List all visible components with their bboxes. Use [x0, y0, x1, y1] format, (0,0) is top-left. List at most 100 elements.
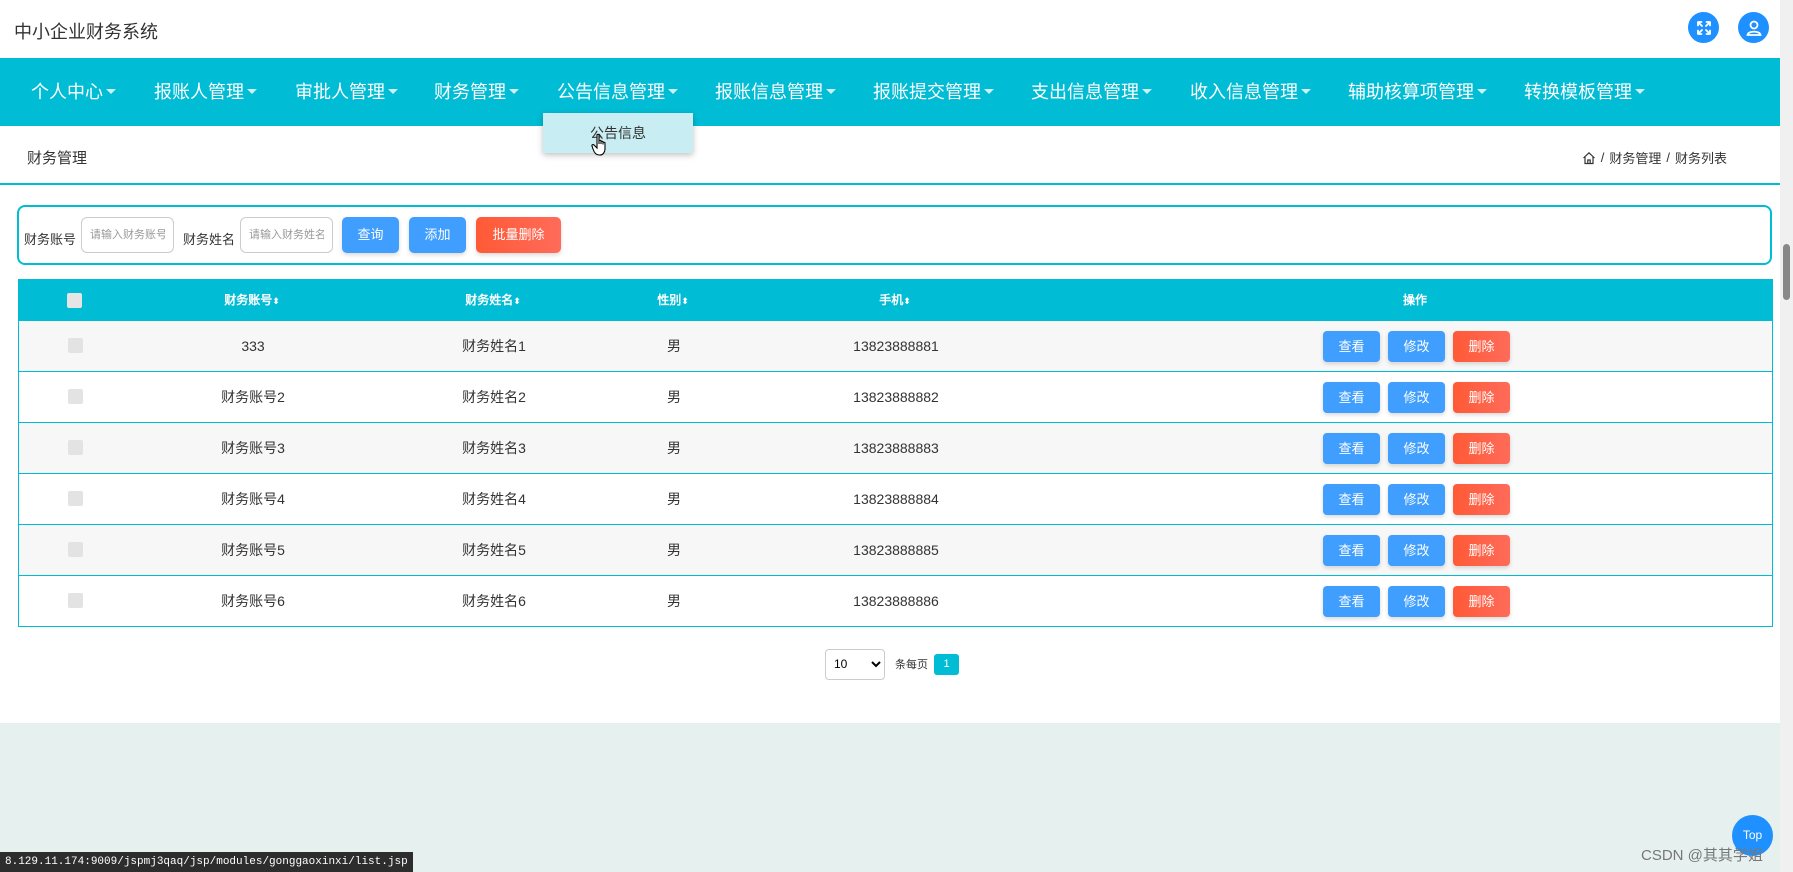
view-button[interactable]: 查看 — [1323, 433, 1380, 464]
nav-item-finance[interactable]: 财务管理 — [434, 58, 519, 126]
cell-phone: 13823888886 — [853, 593, 939, 609]
column-header-name[interactable]: 财务姓名⬍ — [465, 279, 521, 322]
cell-phone: 13823888884 — [853, 491, 939, 507]
main-nav: 个人中心 报账人管理 审批人管理 财务管理 公告信息管理 报账信息管理 报账提交… — [0, 58, 1793, 126]
cell-name: 财务姓名1 — [462, 338, 526, 354]
table-row: 财务账号2 财务姓名2 男 13823888882 查看 修改 删除 — [18, 372, 1773, 423]
cell-gender: 男 — [667, 593, 681, 609]
row-checkbox[interactable] — [68, 593, 83, 608]
sort-icon: ⬍ — [272, 296, 280, 306]
scrollbar-thumb[interactable] — [1783, 244, 1790, 300]
nav-item-reimburser[interactable]: 报账人管理 — [154, 58, 257, 126]
edit-button[interactable]: 修改 — [1388, 331, 1445, 362]
account-search-input[interactable] — [81, 217, 174, 253]
nav-item-reimbursement-info[interactable]: 报账信息管理 — [715, 58, 836, 126]
row-checkbox[interactable] — [68, 338, 83, 353]
view-button[interactable]: 查看 — [1323, 331, 1380, 362]
user-icon[interactable] — [1738, 12, 1769, 43]
row-checkbox[interactable] — [68, 491, 83, 506]
chevron-down-icon — [1142, 88, 1152, 94]
row-checkbox[interactable] — [68, 389, 83, 404]
delete-button[interactable]: 删除 — [1453, 484, 1510, 515]
announcement-dropdown: 公告信息 — [543, 113, 693, 153]
column-header-actions: 操作 — [1402, 293, 1428, 307]
home-icon[interactable] — [1582, 151, 1596, 165]
edit-button[interactable]: 修改 — [1388, 433, 1445, 464]
column-header-account[interactable]: 财务账号⬍ — [224, 279, 280, 322]
edit-button[interactable]: 修改 — [1388, 586, 1445, 617]
view-button[interactable]: 查看 — [1323, 484, 1380, 515]
nav-item-label: 收入信息管理 — [1190, 82, 1298, 102]
cell-gender: 男 — [667, 389, 681, 405]
chevron-down-icon — [106, 88, 116, 94]
column-label: 财务账号 — [224, 293, 273, 307]
cell-name: 财务姓名2 — [462, 389, 526, 405]
nav-item-auxiliary[interactable]: 辅助核算项管理 — [1348, 58, 1487, 126]
view-button[interactable]: 查看 — [1323, 535, 1380, 566]
cell-gender: 男 — [667, 542, 681, 558]
page-size-select[interactable]: 10 — [825, 648, 885, 680]
page-scrollbar[interactable] — [1780, 0, 1793, 872]
edit-button[interactable]: 修改 — [1388, 484, 1445, 515]
cell-phone: 13823888881 — [853, 338, 939, 354]
select-all-checkbox[interactable] — [67, 293, 82, 308]
cell-gender: 男 — [667, 491, 681, 507]
add-button[interactable]: 添加 — [409, 217, 466, 253]
column-label: 财务姓名 — [465, 293, 514, 307]
view-button[interactable]: 查看 — [1323, 586, 1380, 617]
delete-button[interactable]: 删除 — [1453, 382, 1510, 413]
page-number-button[interactable]: 1 — [934, 653, 959, 675]
cell-phone: 13823888882 — [853, 389, 939, 405]
delete-button[interactable]: 删除 — [1453, 331, 1510, 362]
edit-button[interactable]: 修改 — [1388, 382, 1445, 413]
delete-button[interactable]: 删除 — [1453, 535, 1510, 566]
delete-button[interactable]: 删除 — [1453, 586, 1510, 617]
cell-account: 财务账号3 — [221, 440, 285, 456]
chevron-down-icon — [509, 88, 519, 94]
delete-button[interactable]: 删除 — [1453, 433, 1510, 464]
cell-name: 财务姓名5 — [462, 542, 526, 558]
row-checkbox[interactable] — [68, 542, 83, 557]
watermark: CSDN @其其学姐 — [1641, 847, 1763, 864]
nav-item-label: 支出信息管理 — [1031, 82, 1139, 102]
breadcrumb-finance-list: 财务列表 — [1674, 151, 1727, 166]
chevron-down-icon — [388, 88, 398, 94]
fullscreen-icon[interactable] — [1688, 12, 1719, 43]
name-search-input[interactable] — [240, 217, 333, 253]
chevron-down-icon — [1635, 88, 1645, 94]
chevron-down-icon — [826, 88, 836, 94]
table-row: 333 财务姓名1 男 13823888881 查看 修改 删除 — [18, 321, 1773, 372]
page-title: 财务管理 — [27, 150, 88, 167]
row-checkbox[interactable] — [68, 440, 83, 455]
nav-item-label: 辅助核算项管理 — [1348, 82, 1474, 102]
nav-item-label: 审批人管理 — [295, 82, 385, 102]
chevron-down-icon — [1301, 88, 1311, 94]
dropdown-item-announcement-info[interactable]: 公告信息 — [543, 113, 693, 153]
column-header-gender[interactable]: 性别⬍ — [657, 279, 689, 322]
edit-button[interactable]: 修改 — [1388, 535, 1445, 566]
nav-item-label: 报账提交管理 — [873, 82, 981, 102]
breadcrumb-separator: / — [1600, 150, 1605, 165]
batch-delete-button[interactable]: 批量删除 — [476, 217, 561, 253]
nav-item-template[interactable]: 转换模板管理 — [1524, 58, 1645, 126]
sort-icon: ⬍ — [903, 296, 911, 306]
table-row: 财务账号4 财务姓名4 男 13823888884 查看 修改 删除 — [18, 474, 1773, 525]
cell-name: 财务姓名4 — [462, 491, 526, 507]
nav-item-label: 公告信息管理 — [557, 82, 665, 102]
view-button[interactable]: 查看 — [1323, 382, 1380, 413]
nav-item-personal-center[interactable]: 个人中心 — [31, 58, 116, 126]
nav-item-reimbursement-submit[interactable]: 报账提交管理 — [873, 58, 994, 126]
nav-item-expense[interactable]: 支出信息管理 — [1031, 58, 1152, 126]
breadcrumb-finance[interactable]: 财务管理 — [1609, 148, 1661, 167]
cell-phone: 13823888885 — [853, 542, 939, 558]
query-button[interactable]: 查询 — [342, 217, 399, 253]
nav-item-label: 个人中心 — [31, 82, 103, 102]
cell-account: 财务账号5 — [221, 542, 285, 558]
column-header-phone[interactable]: 手机⬍ — [879, 279, 911, 322]
cell-name: 财务姓名6 — [462, 593, 526, 609]
finance-table: 财务账号⬍ 财务姓名⬍ 性别⬍ 手机⬍ 操作 333 财务姓名1 男 13823… — [18, 279, 1773, 627]
account-label: 财务账号 — [24, 232, 77, 247]
table-row: 财务账号5 财务姓名5 男 13823888885 查看 修改 删除 — [18, 525, 1773, 576]
nav-item-income[interactable]: 收入信息管理 — [1190, 58, 1311, 126]
nav-item-approver[interactable]: 审批人管理 — [295, 58, 398, 126]
